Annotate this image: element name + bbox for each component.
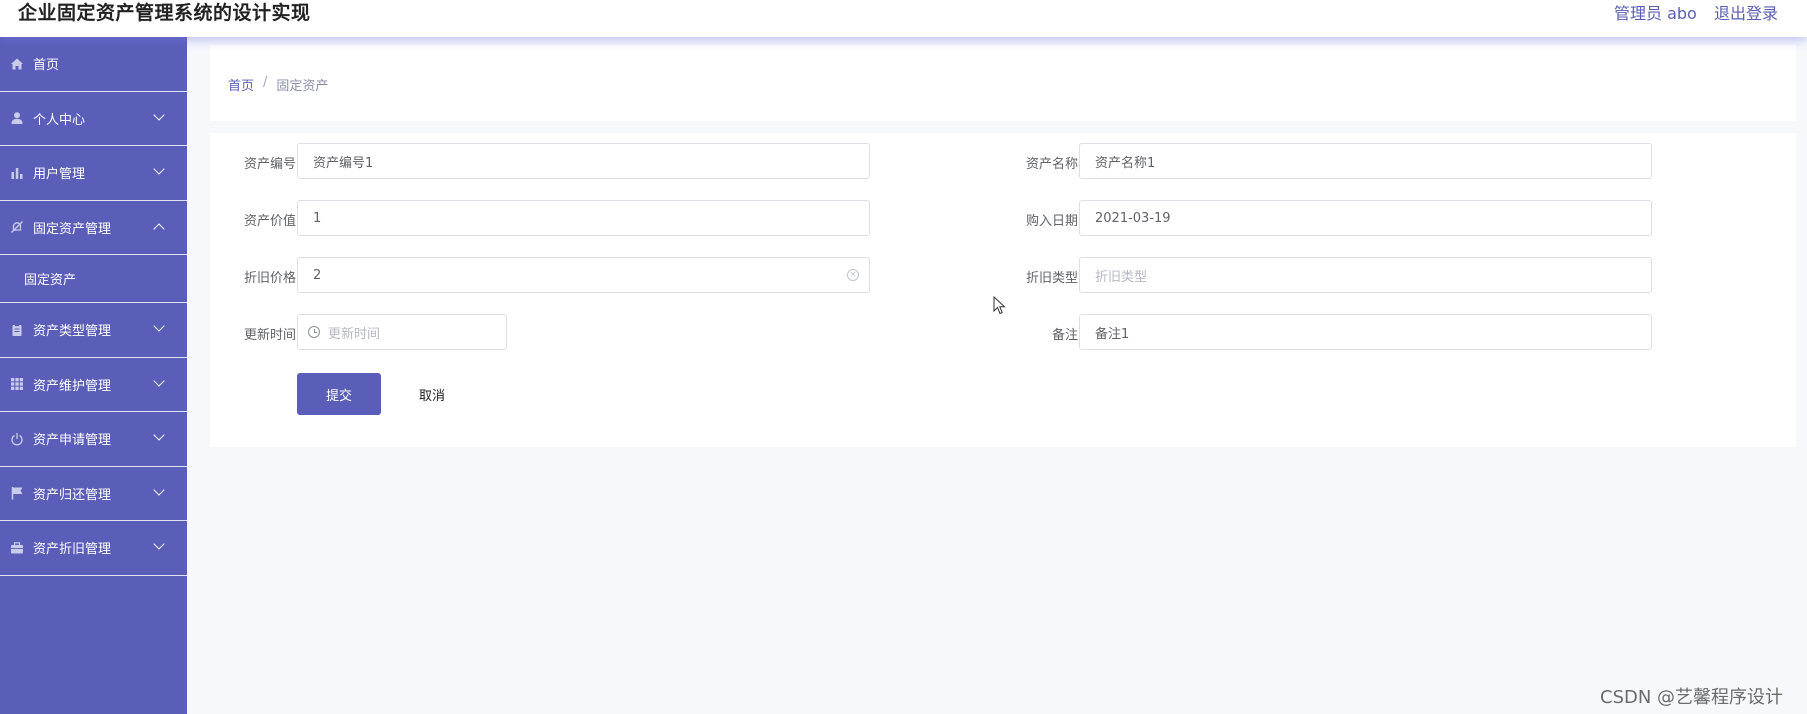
clipboard-icon: [10, 323, 24, 337]
grid-icon: [10, 377, 24, 391]
remark-label: 备注: [1051, 328, 1078, 343]
top-header: 企业固定资产管理系统的设计实现 管理员 abo 退出登录: [0, 0, 1807, 37]
chevron-down-icon: [153, 163, 165, 175]
sidebar-item-label: 资产维护管理: [33, 378, 112, 394]
clock-icon: [308, 326, 320, 338]
bar-chart-icon: [10, 166, 24, 180]
mouse-cursor-icon: [993, 296, 1006, 315]
chevron-down-icon: [153, 538, 165, 550]
chevron-down-icon: [153, 108, 165, 121]
sidebar-item-label: 固定资产管理: [33, 221, 112, 237]
sidebar-item-label: 资产类型管理: [33, 324, 112, 340]
sidebar-item-users[interactable]: 用户管理: [0, 146, 187, 201]
breadcrumb-home[interactable]: 首页: [228, 75, 254, 94]
sidebar-item-maintenance[interactable]: 资产维护管理: [0, 358, 187, 412]
sidebar-item-label: 用户管理: [33, 167, 86, 183]
sidebar-item-returns[interactable]: 资产归还管理: [0, 467, 187, 521]
sidebar-item-home[interactable]: 首页: [0, 37, 187, 92]
sidebar-item-label: 首页: [33, 58, 60, 74]
chevron-down-icon: [153, 320, 165, 332]
chevron-up-icon: [153, 222, 165, 235]
bell-off-icon: [10, 220, 24, 234]
sidebar: 首页 个人中心 用户管理 固定资产管理 固定资产 资产类型管理 资产维护管理 资…: [0, 37, 187, 714]
watermark: CSDN @艺馨程序设计: [1600, 687, 1784, 708]
remark-input[interactable]: 备注1: [1079, 314, 1652, 350]
briefcase-icon: [10, 541, 24, 555]
depreciation-type-label: 折旧类型: [1025, 271, 1078, 286]
chevron-down-icon: [153, 429, 165, 441]
logout-link[interactable]: 退出登录: [1714, 0, 1778, 24]
submit-button[interactable]: 提交: [297, 373, 381, 415]
home-icon: [10, 57, 24, 71]
update-time-label: 更新时间: [243, 328, 296, 343]
update-time-placeholder: 更新时间: [328, 326, 381, 342]
sidebar-item-applications[interactable]: 资产申请管理: [0, 412, 187, 467]
sidebar-item-depreciation[interactable]: 资产折旧管理: [0, 521, 187, 576]
user-icon: [10, 111, 24, 125]
power-icon: [10, 432, 24, 446]
sidebar-item-label: 资产折旧管理: [33, 542, 112, 558]
sidebar-item-profile[interactable]: 个人中心: [0, 92, 187, 146]
chevron-down-icon: [153, 483, 165, 496]
depreciation-price-value: 2: [313, 267, 322, 283]
sidebar-item-label: 个人中心: [33, 112, 86, 128]
asset-name-label: 资产名称: [1025, 157, 1078, 172]
purchase-date-input[interactable]: 2021-03-19: [1079, 200, 1652, 236]
depreciation-price-input[interactable]: 2 ×: [297, 257, 870, 293]
flag-icon: [10, 486, 24, 500]
breadcrumb-current: 固定资产: [276, 79, 329, 94]
sidebar-subitem-label: 固定资产: [24, 273, 77, 288]
chevron-down-icon: [153, 374, 165, 387]
breadcrumb-panel: 首页 / 固定资产: [210, 45, 1796, 121]
depreciation-price-label: 折旧价格: [243, 271, 296, 286]
asset-code-label: 资产编号: [243, 157, 296, 172]
purchase-date-label: 购入日期: [1025, 214, 1078, 229]
depreciation-type-input[interactable]: 折旧类型: [1079, 257, 1652, 293]
breadcrumb: 首页 / 固定资产: [228, 75, 328, 94]
current-user: 管理员 abo: [1614, 4, 1697, 23]
clear-icon[interactable]: ×: [847, 269, 859, 281]
asset-form: 资产编号 资产编号1 资产名称 资产名称1 资产价值 1 购入日期 2021-0…: [210, 133, 1796, 447]
asset-value-label: 资产价值: [243, 214, 296, 229]
asset-value-input[interactable]: 1: [297, 200, 870, 236]
asset-code-input[interactable]: 资产编号1: [297, 143, 870, 179]
app-title: 企业固定资产管理系统的设计实现: [18, 2, 311, 24]
update-time-picker[interactable]: 更新时间: [297, 314, 507, 350]
cancel-button[interactable]: 取消: [390, 373, 474, 415]
sidebar-item-fixed-assets[interactable]: 固定资产管理: [0, 201, 187, 255]
sidebar-item-asset-types[interactable]: 资产类型管理: [0, 303, 187, 358]
sidebar-item-label: 资产申请管理: [33, 433, 112, 449]
asset-name-input[interactable]: 资产名称1: [1079, 143, 1652, 179]
sidebar-item-label: 资产归还管理: [33, 487, 112, 503]
breadcrumb-separator: /: [263, 75, 268, 90]
sidebar-subitem-fixed-asset[interactable]: 固定资产: [0, 255, 187, 303]
